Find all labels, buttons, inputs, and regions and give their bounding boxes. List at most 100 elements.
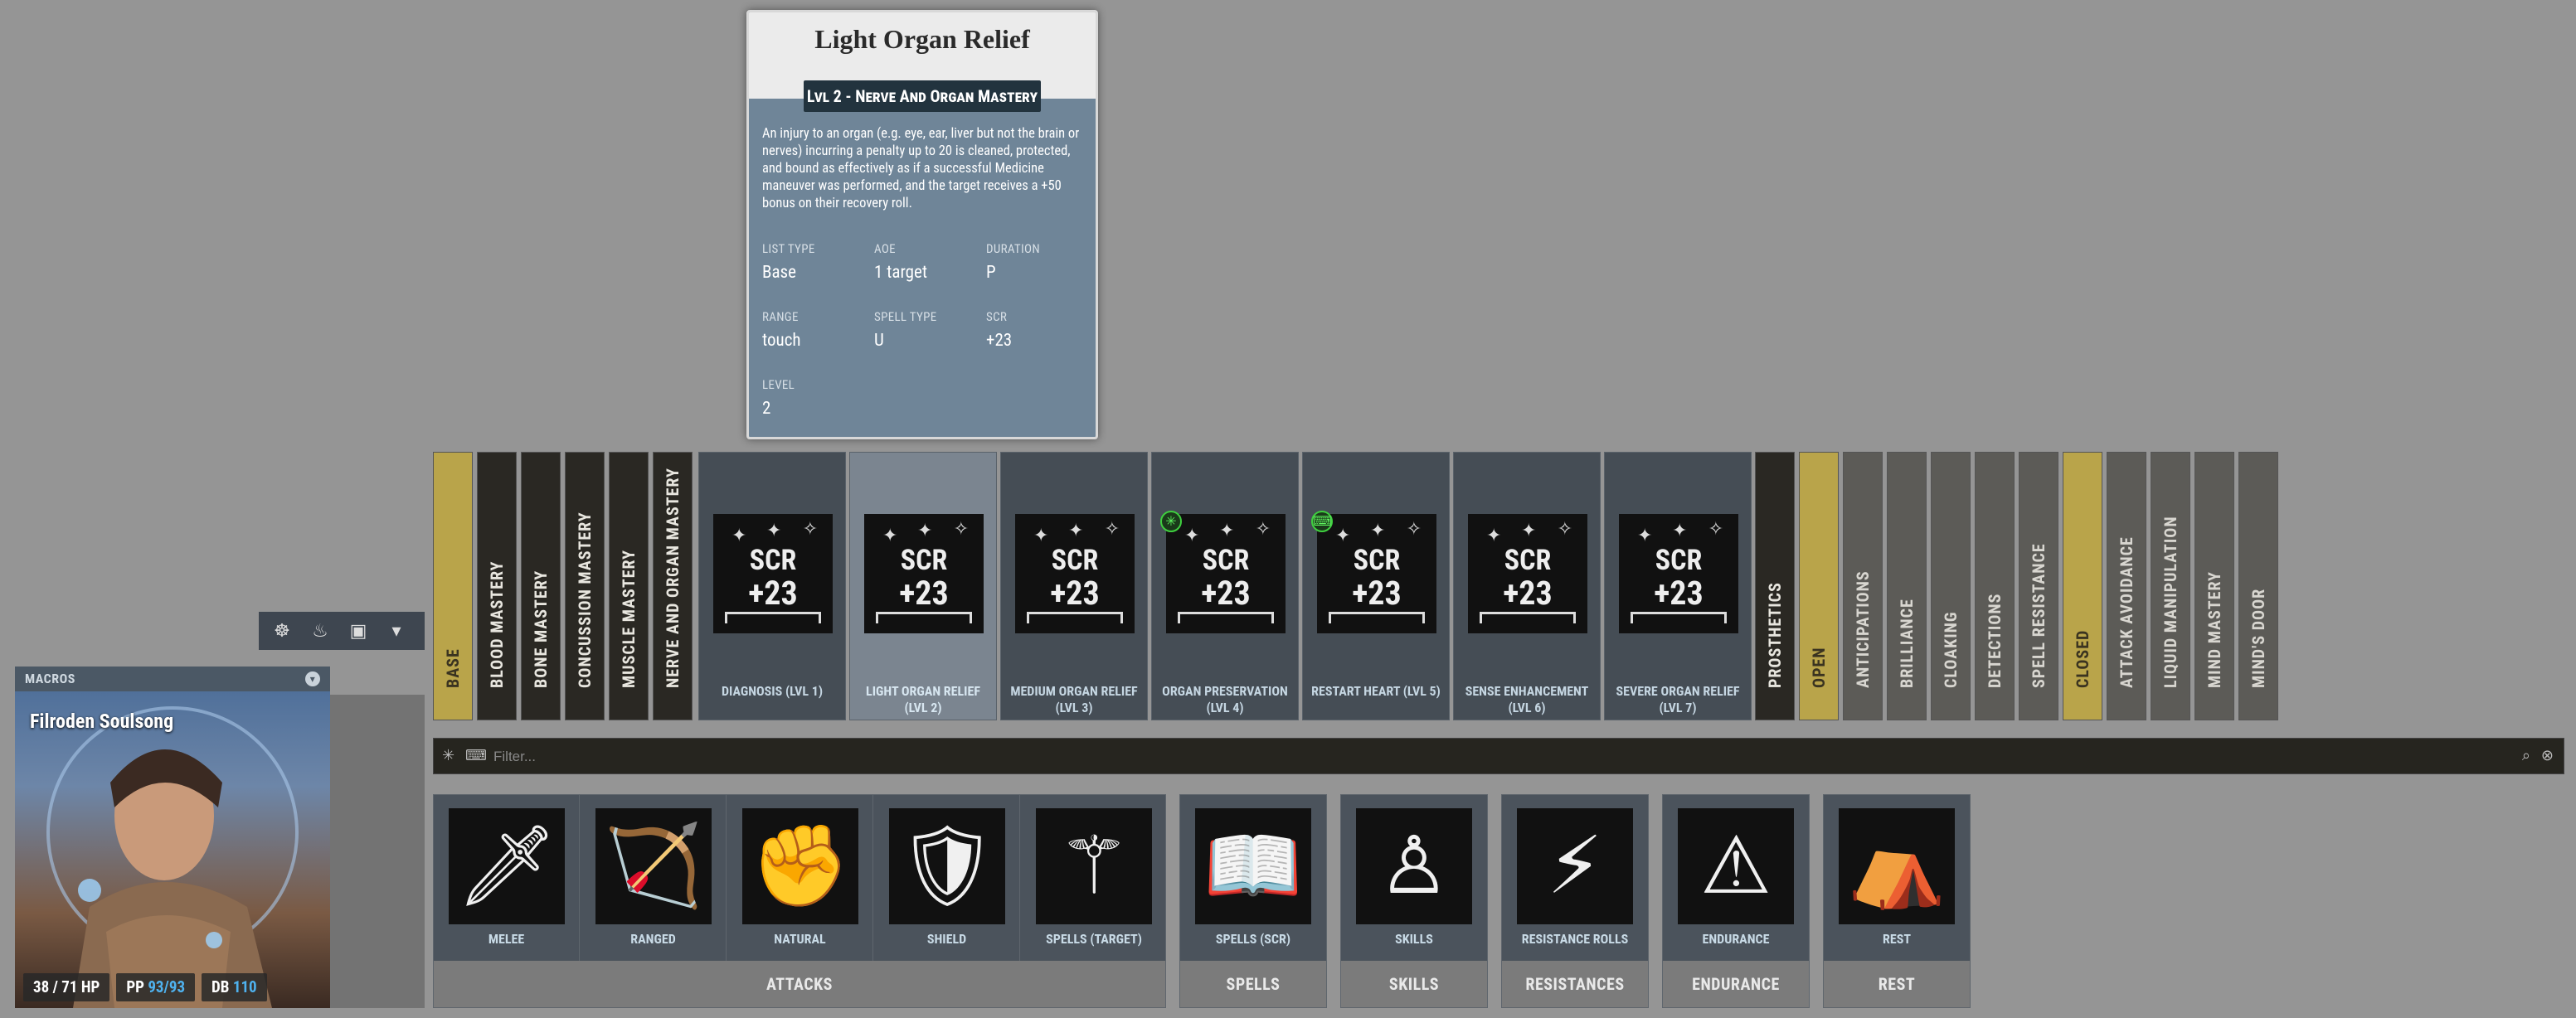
tab-label: MIND'S DOOR <box>2248 588 2268 688</box>
scr-text: SCR <box>1202 544 1250 577</box>
field-level: LEVEL 2 <box>762 377 878 419</box>
list-tab-base[interactable]: BASE <box>433 452 473 720</box>
button-label: SHIELD <box>926 931 967 947</box>
scr-value: +23 <box>899 574 949 613</box>
tab-label: BONE MASTERY <box>531 570 551 688</box>
list-tab-prosthetics[interactable]: PROSTHETICS <box>1755 452 1795 720</box>
tab-label: MUSCLE MASTERY <box>619 550 639 688</box>
ranged-button[interactable]: 🏹 RANGED <box>581 795 727 962</box>
character-stats: 38 / 71 HP PP 93/93 DB 110 <box>23 973 322 1001</box>
spells-target-button[interactable]: ⚚ SPELLS (TARGET) <box>1021 795 1167 962</box>
filter-input[interactable] <box>492 745 2399 768</box>
character-portrait[interactable]: Filroden Soulsong 38 / 71 HP PP 93/93 DB… <box>15 691 330 1008</box>
sword-hand-icon: 🗡 <box>449 808 565 924</box>
bow-icon: 🏹 <box>595 808 712 924</box>
macros-header[interactable]: MACROS ▾ <box>15 667 330 691</box>
button-label: MELEE <box>488 931 525 947</box>
endurance-button[interactable]: ⚠ ENDURANCE <box>1663 795 1809 962</box>
scr-value: +23 <box>1654 574 1704 613</box>
list-tab-attack-avoidance[interactable]: ATTACK AVOIDANCE <box>2107 452 2146 720</box>
list-tab-open[interactable]: OPEN <box>1799 452 1839 720</box>
group-spells: 📖 SPELLS (SCR) SPELLS <box>1179 794 1327 1008</box>
scr-text: SCR <box>1353 544 1401 577</box>
search-icon[interactable]: ⌕ <box>2522 747 2530 764</box>
list-tab-detections[interactable]: DETECTIONS <box>1975 452 2015 720</box>
warning-icon: ⚠ <box>1678 808 1794 924</box>
spell-label: ORGAN PRESERVATION (LVL 4) <box>1162 683 1288 715</box>
collapse-icon[interactable]: ▾ <box>305 671 320 686</box>
clear-icon[interactable]: ⊗ <box>2541 747 2554 764</box>
tooltip-title: Light Organ Relief <box>814 24 1030 54</box>
db-label: DB <box>211 977 230 996</box>
keyboard-icon[interactable]: ⌨ <box>465 747 487 764</box>
spell-card-light-organ-relief[interactable]: ✦ ✦ ✧ SCR +23 LIGHT ORGAN RELIEF (LVL 2) <box>849 452 997 720</box>
shield-button[interactable]: 🛡 SHIELD <box>874 795 1020 962</box>
dice-icon[interactable]: ☸ <box>265 616 299 646</box>
fist-icon: ✊ <box>742 808 858 924</box>
list-tab-nerve-organ-mastery[interactable]: NERVE AND ORGAN MASTERY <box>653 452 693 720</box>
spell-card-restart-heart[interactable]: ✦ ✦ ✧ SCR +23 ⌨ RESTART HEART (LVL 5) <box>1302 452 1450 720</box>
rest-button[interactable]: ⛺ REST <box>1824 795 1970 962</box>
pp-value: 93/93 <box>148 977 186 996</box>
scr-value: +23 <box>748 574 798 613</box>
meditate-icon[interactable]: ♨ <box>304 616 337 646</box>
spell-card-sense-enhancement[interactable]: ✦ ✦ ✧ SCR +23 SENSE ENHANCEMENT (LVL 6) <box>1453 452 1601 720</box>
backpack-icon[interactable]: ▣ <box>342 616 375 646</box>
tab-label: BASE <box>443 648 463 688</box>
resistance-rolls-button[interactable]: ⚡ RESISTANCE ROLLS <box>1502 795 1648 962</box>
natural-button[interactable]: ✊ NATURAL <box>727 795 873 962</box>
list-tab-anticipations[interactable]: ANTICIPATIONS <box>1843 452 1883 720</box>
tab-label: CLOSED <box>2073 629 2092 688</box>
scr-text: SCR <box>749 544 797 577</box>
spell-label: LIGHT ORGAN RELIEF (LVL 2) <box>866 683 980 715</box>
spells-scr-button[interactable]: 📖 SPELLS (SCR) <box>1180 795 1326 962</box>
scr-text: SCR <box>1051 544 1099 577</box>
scr-value: +23 <box>1503 574 1553 613</box>
skills-button[interactable]: ♙ SKILLS <box>1341 795 1487 962</box>
spell-label: MEDIUM ORGAN RELIEF (LVL 3) <box>1010 683 1138 715</box>
field-scr: SCR +23 <box>986 309 1096 351</box>
button-label: RANGED <box>630 931 676 947</box>
tab-label: SPELL RESISTANCE <box>2029 543 2049 688</box>
spell-card-organ-preservation[interactable]: ✦ ✦ ✧ SCR +23 ✳ ORGAN PRESERVATION (LVL 4) <box>1151 452 1299 720</box>
filter-bar: ✳ ⌨ ⌕ ⊗ <box>433 738 2564 774</box>
spell-card-diagnosis[interactable]: ✦ ✦ ✧ SCR +23 DIAGNOSIS (LVL 1) <box>698 452 846 720</box>
tooltip-description: An injury to an organ (e.g. eye, ear, li… <box>762 126 1080 211</box>
tab-label: NERVE AND ORGAN MASTERY <box>663 468 683 688</box>
scr-text: SCR <box>1504 544 1552 577</box>
spell-card-medium-organ-relief[interactable]: ✦ ✦ ✧ SCR +23 MEDIUM ORGAN RELIEF (LVL 3) <box>1000 452 1148 720</box>
list-tab-mind-mastery[interactable]: MIND MASTERY <box>2194 452 2234 720</box>
shield-icon: 🛡 <box>889 808 1005 924</box>
list-tab-concussion-mastery[interactable]: CONCUSSION MASTERY <box>565 452 605 720</box>
tab-label: ANTICIPATIONS <box>1853 570 1873 688</box>
list-tab-blood-mastery[interactable]: BLOOD MASTERY <box>477 452 517 720</box>
field-value: 2 <box>762 399 771 419</box>
list-tab-cloaking[interactable]: CLOAKING <box>1931 452 1971 720</box>
db-value: 110 <box>232 977 257 996</box>
scr-value: +23 <box>1050 574 1100 613</box>
tent-icon: ⛺ <box>1839 808 1955 924</box>
list-tab-brilliance[interactable]: BRILLIANCE <box>1887 452 1927 720</box>
spellbook-icon: ✦ ✦ ✧ SCR +23 <box>864 514 984 633</box>
tab-label: LIQUID MANIPULATION <box>2160 516 2180 688</box>
melee-button[interactable]: 🗡 MELEE <box>434 795 580 962</box>
list-tab-muscle-mastery[interactable]: MUSCLE MASTERY <box>609 452 649 720</box>
scr-value: +23 <box>1352 574 1402 613</box>
macro-toolbar: ☸ ♨ ▣ ▾ <box>259 612 425 650</box>
list-tab-bone-mastery[interactable]: BONE MASTERY <box>521 452 561 720</box>
spell-card-severe-organ-relief[interactable]: ✦ ✦ ✧ SCR +23 SEVERE ORGAN RELIEF (LVL 7) <box>1604 452 1752 720</box>
field-value: U <box>874 331 884 351</box>
button-label: SPELLS (TARGET) <box>1046 931 1142 947</box>
list-tab-spell-resistance[interactable]: SPELL RESISTANCE <box>2019 452 2058 720</box>
list-tab-liquid-manipulation[interactable]: LIQUID MANIPULATION <box>2151 452 2190 720</box>
pp-label: PP <box>126 977 144 996</box>
group-attacks: 🗡 MELEE 🏹 RANGED ✊ NATURAL 🛡 SHIELD ⚚ SPELLS … <box>433 794 1166 1008</box>
field-value: P <box>986 263 996 283</box>
group-resistances: ⚡ RESISTANCE ROLLS RESISTANCES <box>1501 794 1649 1008</box>
scr-text: SCR <box>1655 544 1703 577</box>
dropdown-icon[interactable]: ▾ <box>380 616 413 646</box>
asterisk-icon[interactable]: ✳ <box>442 747 454 764</box>
list-tab-minds-door[interactable]: MIND'S DOOR <box>2238 452 2278 720</box>
list-tab-closed[interactable]: CLOSED <box>2063 452 2102 720</box>
field-key: AOE <box>874 241 896 256</box>
